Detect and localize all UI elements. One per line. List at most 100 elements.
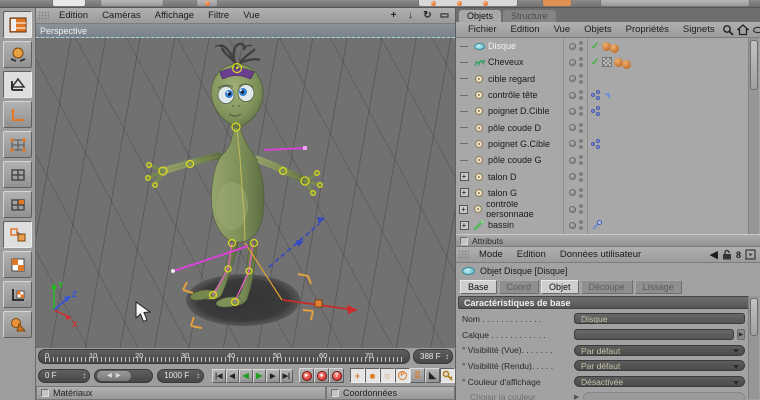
visibility-dots[interactable] [564, 217, 588, 234]
goto-start-button[interactable]: |◀ [212, 368, 226, 383]
end-frame-field[interactable]: 388 F ↕ [413, 349, 453, 364]
max-frame-field[interactable]: 1000 F ↕ [157, 368, 204, 383]
expand-icon[interactable]: + [458, 204, 468, 214]
attr-tab-lissage[interactable]: Lissage [634, 280, 682, 294]
display-tag-icon[interactable] [602, 57, 613, 68]
prev-frame-button[interactable]: ◀ [225, 368, 239, 383]
key-pla-toggle[interactable]: ⠿ [410, 368, 425, 383]
edges-mode-icon[interactable] [3, 161, 32, 188]
visibility-dots[interactable] [564, 70, 588, 87]
record-objects-button[interactable]: ● [314, 368, 329, 383]
key-parameter-toggle[interactable]: P [395, 368, 410, 383]
object-row-bassin[interactable]: + bassin [456, 217, 760, 234]
object-axis-mode-icon[interactable] [3, 101, 32, 128]
panel-checkbox-icon[interactable] [460, 236, 468, 245]
panel-grip[interactable] [458, 249, 469, 260]
expand-icon[interactable]: + [459, 220, 469, 230]
key-scale-toggle[interactable]: ■ [365, 368, 380, 383]
visibility-dots[interactable] [564, 200, 588, 218]
constraint-tag-icon[interactable] [591, 219, 602, 231]
am-menu-edition[interactable]: Edition [510, 249, 553, 260]
texture-axis-mode-icon[interactable] [3, 281, 32, 308]
attr-tab-base[interactable]: Base [460, 280, 497, 294]
om-menu-signets[interactable]: Signets [676, 24, 722, 35]
scrollbar-thumb[interactable] [750, 298, 758, 336]
color-expand-arrow[interactable]: ▶ [574, 393, 579, 400]
am-menu-mode[interactable]: Mode [472, 249, 510, 260]
attr-tab-objet[interactable]: Objet [541, 280, 579, 294]
home-icon[interactable] [736, 23, 749, 36]
attributes-panel-header[interactable]: Attributs [456, 234, 760, 247]
visibility-dots[interactable] [564, 54, 588, 71]
expand-icon[interactable]: + [459, 172, 469, 182]
spinner-icon[interactable]: ↕ [445, 352, 449, 361]
object-row-cible-regard[interactable]: cible regard [456, 70, 760, 87]
menu-edition[interactable]: Edition [52, 10, 95, 21]
link-icon[interactable]: 8 [736, 250, 741, 260]
menu-vue[interactable]: Vue [236, 10, 267, 21]
object-row-controle-tete[interactable]: contrôle tête [456, 86, 760, 104]
visibility-dots[interactable] [564, 119, 588, 136]
attributes-scrollbar[interactable] [748, 296, 759, 399]
xpresso-tag-icon[interactable] [591, 138, 601, 149]
visibility-dots[interactable] [564, 38, 588, 55]
attr-tab-decoupe[interactable]: Découpe [580, 280, 633, 294]
om-menu-fichier[interactable]: Fichier [461, 24, 504, 35]
texture-mode-icon[interactable] [3, 251, 32, 278]
om-menu-objets[interactable]: Objets [577, 24, 618, 35]
object-list-scrollbar[interactable] [748, 38, 759, 234]
calque-input[interactable] [574, 329, 734, 341]
xpresso-tag-icon[interactable] [591, 106, 601, 117]
panel-menu-icon[interactable] [745, 249, 756, 260]
dolly-view-icon[interactable]: ↓ [404, 10, 417, 21]
timeline-ruler[interactable]: 0 10 20 30 40 50 60 70 [38, 349, 410, 364]
visibility-dots[interactable] [564, 86, 588, 104]
use-object-axis-icon[interactable] [3, 221, 32, 248]
polygons-mode-icon[interactable] [3, 191, 32, 218]
am-menu-donnees[interactable]: Données utilisateur [553, 249, 648, 260]
enabled-check-icon[interactable]: ✓ [591, 57, 599, 68]
nom-input[interactable]: Disque [574, 313, 745, 325]
goto-end-button[interactable]: ▶| [279, 368, 293, 383]
current-frame-field[interactable]: 0 F ↕ [38, 368, 91, 383]
visibility-dots[interactable] [564, 152, 588, 169]
autokey-button[interactable]: ? [329, 368, 344, 383]
pan-view-icon[interactable]: + [387, 10, 400, 21]
texture-tag-icon[interactable] [610, 43, 620, 53]
panel-grip[interactable] [38, 10, 49, 21]
object-row-talon-g[interactable]: + talon G [456, 184, 760, 201]
lock-icon[interactable] [722, 249, 732, 260]
section-header[interactable]: Caractéristiques de base [458, 296, 750, 309]
search-icon[interactable] [722, 24, 734, 36]
object-row-disque[interactable]: Disque ✓ [456, 38, 760, 55]
om-menu-edition[interactable]: Edition [504, 24, 547, 35]
menu-affichage[interactable]: Affichage [148, 10, 201, 21]
visibility-dots[interactable] [564, 135, 588, 153]
animation-objects-icon[interactable] [3, 311, 32, 338]
om-menu-vue[interactable]: Vue [547, 24, 578, 35]
rotate-view-icon[interactable]: ↻ [421, 10, 434, 21]
menu-cameras[interactable]: Caméras [95, 10, 148, 21]
layer-browse-button[interactable]: ▶ [737, 329, 745, 341]
materials-panel-header[interactable]: Matériaux [36, 386, 326, 400]
object-row-controle-personnage[interactable]: + contrôle personnage [456, 200, 760, 218]
enabled-check-icon[interactable]: ✓ [591, 41, 599, 52]
camera-label[interactable]: Perspective [36, 24, 455, 38]
object-row-pole-coude-g[interactable]: pôle coude G [456, 152, 760, 169]
texture-tag-icon[interactable] [622, 59, 632, 69]
tab-objets[interactable]: Objets [459, 10, 502, 22]
visibilite-vue-dropdown[interactable]: Par défaut [574, 344, 745, 356]
om-menu-proprietes[interactable]: Propriétés [619, 24, 676, 35]
visibilite-rendu-dropdown[interactable]: Par défaut [574, 360, 745, 372]
object-row-poignet-g[interactable]: poignet G.Cible [456, 135, 760, 153]
key-position-toggle[interactable]: + [350, 368, 365, 383]
pin-tag-icon[interactable] [604, 90, 614, 100]
visibility-dots[interactable] [564, 184, 588, 201]
menu-filtre[interactable]: Filtre [201, 10, 236, 21]
play-reverse-button[interactable]: ◀ [239, 368, 253, 383]
play-forward-button[interactable]: ▶ [252, 368, 266, 383]
model-mode-icon[interactable] [3, 71, 32, 98]
viewport-canvas[interactable]: Y Z X [36, 38, 455, 348]
object-row-pole-coude-d[interactable]: pôle coude D [456, 119, 760, 136]
maximize-view-icon[interactable]: ▭ [438, 10, 451, 21]
